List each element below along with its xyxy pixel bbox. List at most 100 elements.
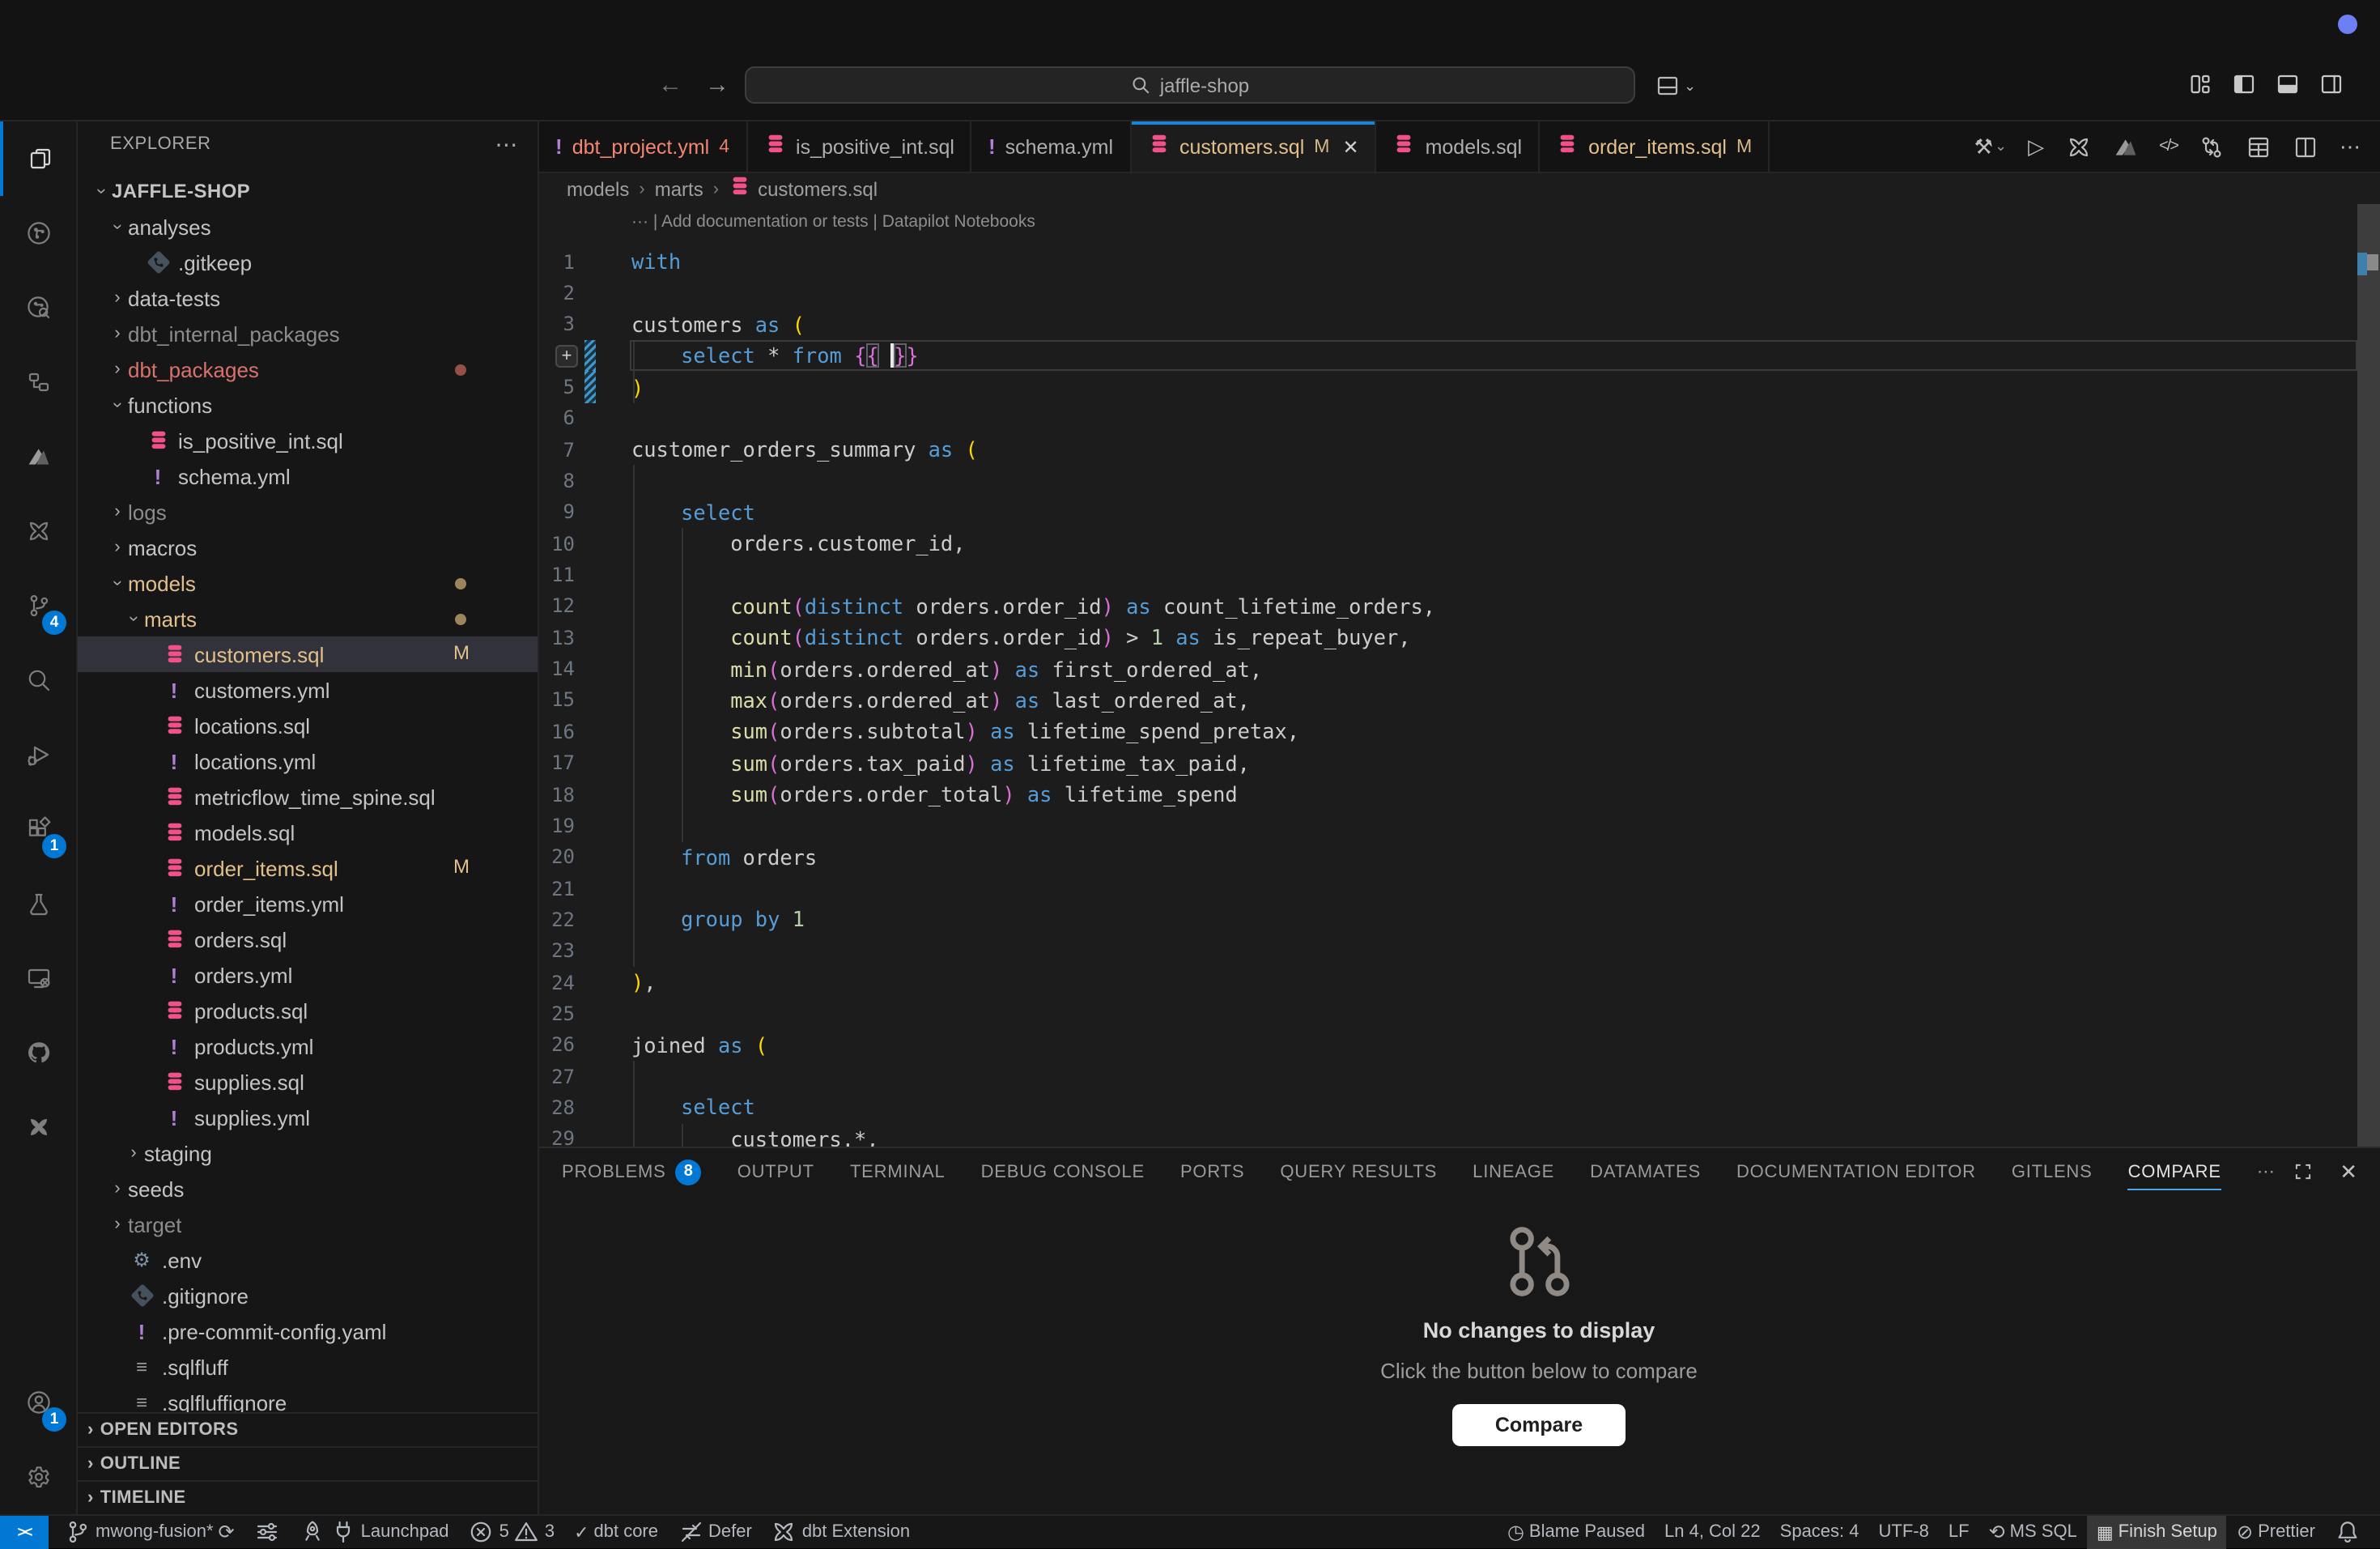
activity-dbt-lineage[interactable] (0, 196, 76, 270)
code-line-25[interactable]: 25 (539, 998, 2357, 1030)
code-line-3[interactable]: 3customers as ( (539, 309, 2357, 340)
toggle-panel-icon[interactable] (2275, 71, 2301, 97)
activity-remote-explorer[interactable] (0, 941, 76, 1015)
chevron-collapsed-icon[interactable]: › (107, 1179, 128, 1198)
tree-item-.gitkeep[interactable]: .gitkeep (78, 245, 538, 280)
tree-item-macros[interactable]: ›macros (78, 530, 538, 565)
activity-github[interactable] (0, 1015, 76, 1090)
code-line-21[interactable]: 21 (539, 873, 2357, 904)
chevron-collapsed-icon[interactable]: › (107, 324, 128, 343)
tab-customers.sql[interactable]: customers.sqlM✕ (1131, 121, 1377, 172)
dbt-build-button[interactable]: ⚒⌄ (1974, 134, 2007, 160)
chevron-expanded-icon[interactable]: › (108, 572, 127, 594)
panel-tab-ports[interactable]: PORTS (1180, 1148, 1244, 1195)
toggle-primary-sidebar-icon[interactable] (2231, 71, 2257, 97)
codelens-actions[interactable]: ··· | Add documentation or tests | Datap… (631, 212, 1035, 232)
activity-dbt-cloud[interactable] (0, 419, 76, 494)
tree-item-dbt_internal_packages[interactable]: ›dbt_internal_packages (78, 316, 538, 351)
panel-tab-output[interactable]: OUTPUT (737, 1148, 814, 1195)
status-notifications[interactable] (2325, 1515, 2370, 1549)
open-code-button[interactable]: </> (2159, 138, 2178, 155)
code-line-26[interactable]: 26joined as ( (539, 1029, 2357, 1061)
breadcrumb-item-marts[interactable]: marts (655, 177, 703, 200)
close-tab-icon[interactable]: ✕ (1342, 135, 1358, 158)
panel-tab-gitlens[interactable]: GITLENS (2012, 1148, 2093, 1195)
status-eol[interactable]: LF (1939, 1515, 1979, 1549)
activity-explorer[interactable] (0, 121, 76, 196)
code-line-10[interactable]: 10 orders.customer_id, (539, 528, 2357, 560)
chevron-collapsed-icon[interactable]: › (107, 538, 128, 557)
tree-item-customers.yml[interactable]: !customers.yml (78, 672, 538, 708)
panel-tab-compare[interactable]: COMPARE (2128, 1148, 2221, 1195)
gutter-add-button[interactable]: + (555, 344, 578, 367)
tree-item-models.sql[interactable]: models.sql (78, 815, 538, 850)
remote-indicator[interactable]: >< (0, 1515, 49, 1549)
status-blame[interactable]: ◷Blame Paused (1498, 1515, 1655, 1549)
query-grid-button[interactable] (2246, 134, 2272, 160)
section-open-editors[interactable]: ›OPEN EDITORS (78, 1412, 538, 1446)
activity-accounts[interactable]: 1 (0, 1365, 76, 1440)
activity-settings[interactable] (0, 1440, 76, 1514)
status-launchpad[interactable]: Launchpad (290, 1515, 459, 1549)
code-line-24[interactable]: 24), (539, 967, 2357, 998)
code-line-7[interactable]: 7customer_orders_summary as ( (539, 434, 2357, 466)
code-editor[interactable]: ··· | Add documentation or tests | Datap… (539, 204, 2380, 1147)
status-indentation[interactable]: Spaces: 4 (1770, 1515, 1869, 1549)
section-outline[interactable]: ›OUTLINE (78, 1446, 538, 1480)
code-line-13[interactable]: 13 count(distinct orders.order_id) > 1 a… (539, 622, 2357, 653)
tree-item-order_items.sql[interactable]: order_items.sqlM (78, 850, 538, 886)
maximize-panel-icon[interactable] (2293, 1161, 2314, 1182)
dbt-power-user-action-button[interactable] (2065, 134, 2091, 160)
compare-button[interactable]: Compare (1453, 1404, 1625, 1446)
tree-item-marts[interactable]: ›marts (78, 601, 538, 636)
panel-tab-debug-console[interactable]: DEBUG CONSOLE (981, 1148, 1145, 1195)
tree-item-supplies.sql[interactable]: supplies.sql (78, 1064, 538, 1100)
chevron-collapsed-icon[interactable]: › (107, 502, 128, 521)
code-line-6[interactable]: 6 (539, 402, 2357, 434)
code-line-9[interactable]: 9 select (539, 497, 2357, 529)
tree-item-models[interactable]: ›models (78, 565, 538, 601)
more-actions-button[interactable]: ⋯ (2340, 134, 2361, 160)
tree-item-dbt_packages[interactable]: ›dbt_packages (78, 351, 538, 387)
tree-item-schema.yml[interactable]: !schema.yml (78, 458, 538, 494)
section-timeline[interactable]: ›TIMELINE (78, 1480, 538, 1514)
tree-item-orders.sql[interactable]: orders.sql (78, 921, 538, 957)
tab-order_items.sql[interactable]: order_items.sqlM (1540, 121, 1770, 172)
chevron-expanded-icon[interactable]: › (124, 608, 143, 629)
panel-tab-problems[interactable]: PROBLEMS8 (562, 1148, 702, 1195)
code-line-20[interactable]: 20 from orders (539, 841, 2357, 873)
status-dbt-extension[interactable]: dbt Extension (762, 1515, 920, 1549)
tree-item-products.yml[interactable]: !products.yml (78, 1028, 538, 1064)
status-git-branch[interactable]: mwong-fusion*⟳ (55, 1515, 244, 1549)
activity-testing[interactable] (0, 866, 76, 941)
tab-models.sql[interactable]: models.sql (1377, 121, 1541, 172)
code-line-5[interactable]: 5) (539, 372, 2357, 403)
editor-scrollbar[interactable] (2357, 204, 2380, 1147)
code-line-29[interactable]: 29 customers.*, (539, 1123, 2357, 1147)
panel-tab-query-results[interactable]: QUERY RESULTS (1280, 1148, 1437, 1195)
code-line-16[interactable]: 16 sum(orders.subtotal) as lifetime_spen… (539, 716, 2357, 747)
layout-control-button[interactable]: ⌄ (1655, 68, 1696, 104)
activity-dbt-power-user[interactable] (0, 494, 76, 568)
tree-item-metricflow_time_spine.sql[interactable]: metricflow_time_spine.sql (78, 779, 538, 815)
chevron-expanded-icon[interactable]: › (91, 181, 111, 202)
tree-item-supplies.yml[interactable]: !supplies.yml (78, 1100, 538, 1135)
tree-item-.sqlfluff[interactable]: ≡.sqlfluff (78, 1349, 538, 1385)
status-problems[interactable]: 53 (459, 1515, 565, 1549)
scrollbar-thumb[interactable] (2357, 204, 2380, 1147)
activity-source-control[interactable]: 4 (0, 568, 76, 643)
chevron-collapsed-icon[interactable]: › (107, 360, 128, 379)
code-line-15[interactable]: 15 max(orders.ordered_at) as last_ordere… (539, 685, 2357, 717)
chevron-collapsed-icon[interactable]: › (107, 1215, 128, 1234)
split-editor-button[interactable] (2293, 134, 2318, 160)
status-dbt-core[interactable]: ✓dbt core (564, 1515, 668, 1549)
tree-item-order_items.yml[interactable]: !order_items.yml (78, 886, 538, 921)
activity-search[interactable] (0, 643, 76, 717)
activity-extensions[interactable]: 1 (0, 792, 76, 866)
status-encoding[interactable]: UTF-8 (1869, 1515, 1939, 1549)
tree-item-target[interactable]: ›target (78, 1206, 538, 1242)
tree-item-.gitignore[interactable]: .gitignore (78, 1278, 538, 1313)
tree-item-is_positive_int.sql[interactable]: is_positive_int.sql (78, 423, 538, 458)
panel-tab-documentation-editor[interactable]: DOCUMENTATION EDITOR (1736, 1148, 1976, 1195)
code-line-11[interactable]: 11 (539, 560, 2357, 591)
